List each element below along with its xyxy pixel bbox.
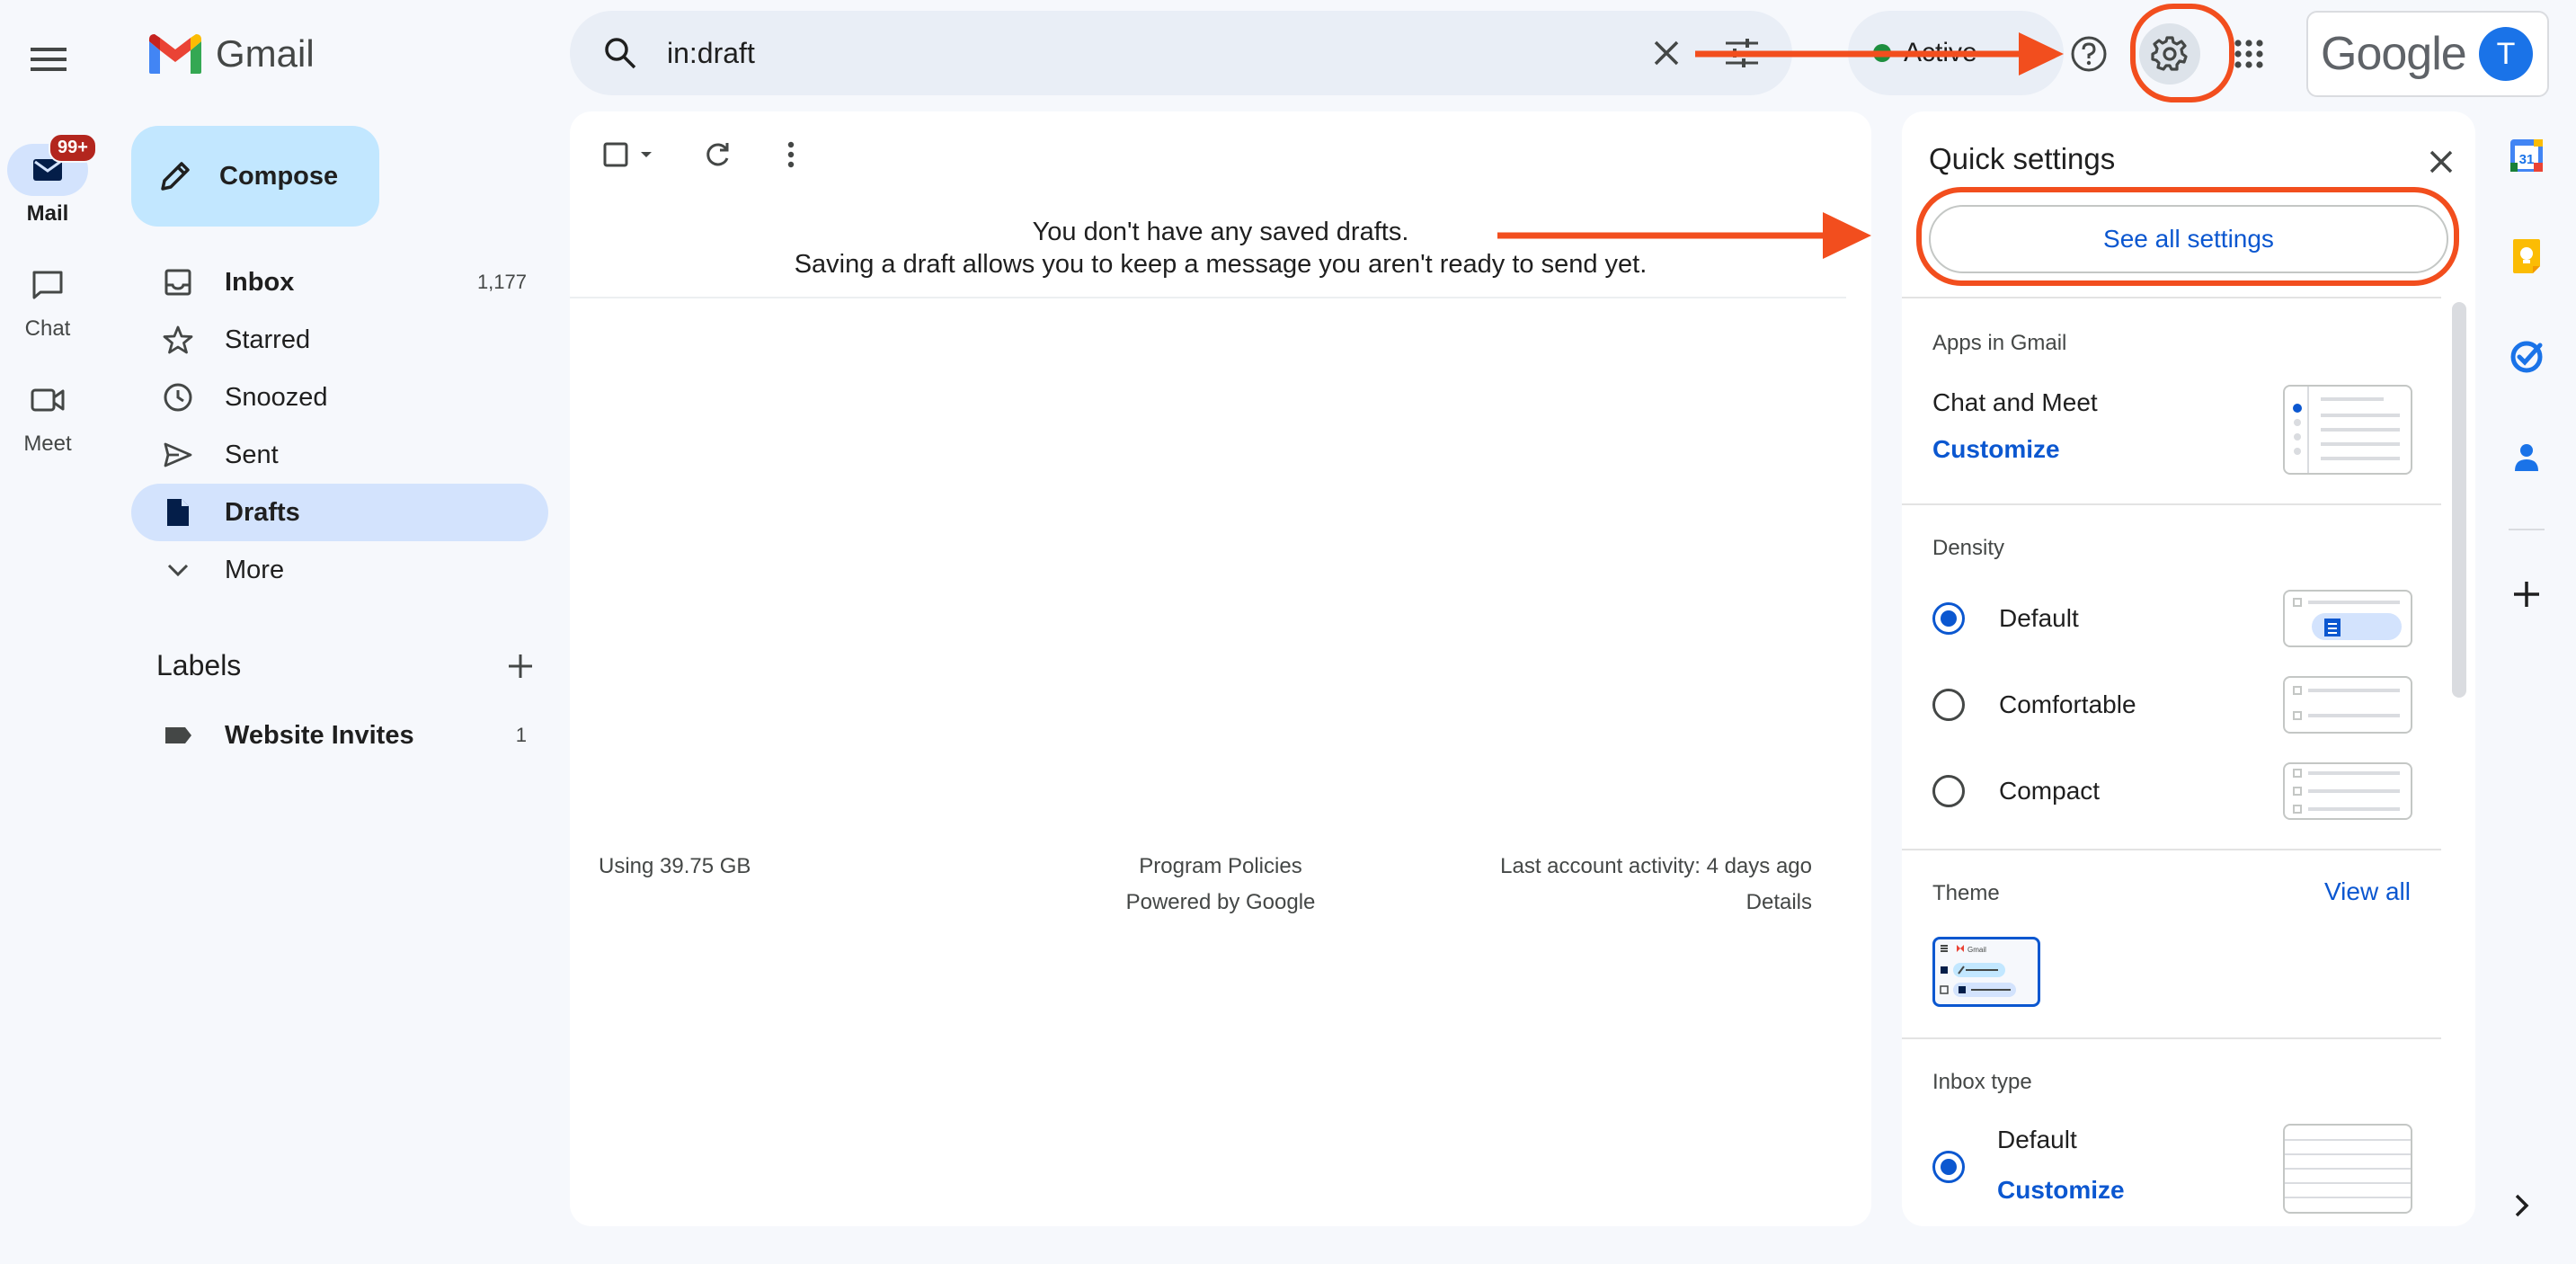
- arrow-to-settings: [1695, 32, 2064, 76]
- arrow-to-see-all-settings: [1497, 212, 1871, 259]
- settings-highlight-ring: [2130, 4, 2234, 102]
- see-all-settings-highlight-ring: [1916, 187, 2459, 286]
